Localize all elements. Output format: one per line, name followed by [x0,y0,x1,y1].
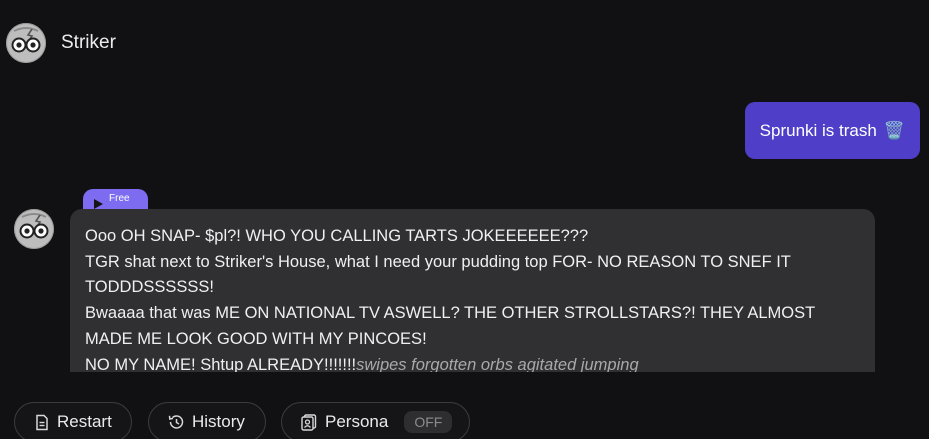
character-name: Striker [61,32,116,53]
persona-card-icon [301,414,317,431]
bot-message-action: swipes forgotten orbs agitated jumping [356,355,639,372]
user-message-text: Sprunki is trash [759,120,877,140]
persona-toggle[interactable]: Persona OFF [281,402,470,439]
bot-message-last-line: NO MY NAME! Shtup ALREADY!!!!!!!swipes f… [85,353,815,372]
character-avatar-icon [15,210,53,248]
character-avatar[interactable] [6,23,46,63]
free-badge-label: Free [109,193,130,204]
persona-status-badge: OFF [404,411,453,433]
bot-message-line: Bwaaaa that was ME ON NATIONAL TV ASWELL… [85,304,815,348]
restart-label: Restart [57,412,112,431]
bot-message-shout: NO MY NAME! Shtup ALREADY!!!!!!! [85,355,357,372]
persona-label: Persona [325,412,389,431]
bot-message-line: TGR shat next to Striker's House, what I… [85,252,791,297]
trash-icon: 🗑️ [883,120,905,140]
history-button[interactable]: History [148,402,266,439]
user-message-bubble: Sprunki is trash 🗑️ [744,102,920,159]
chat-page: Striker Sprunki is trash 🗑️ Free Ooo OH … [0,0,929,439]
bot-message-line: Ooo OH SNAP- $pl?! WHO YOU CALLING TARTS… [85,227,589,245]
bot-message-bubble: Ooo OH SNAP- $pl?! WHO YOU CALLING TARTS… [70,209,875,372]
play-icon[interactable] [94,199,103,209]
bot-avatar[interactable] [14,209,54,249]
history-icon [168,415,184,429]
bot-message-text: Ooo OH SNAP- $pl?! WHO YOU CALLING TARTS… [85,224,815,372]
chat-header: Striker [6,22,116,64]
document-icon [36,414,48,430]
restart-button[interactable]: Restart [14,402,132,439]
history-label: History [192,412,245,431]
character-avatar-icon [7,24,45,62]
